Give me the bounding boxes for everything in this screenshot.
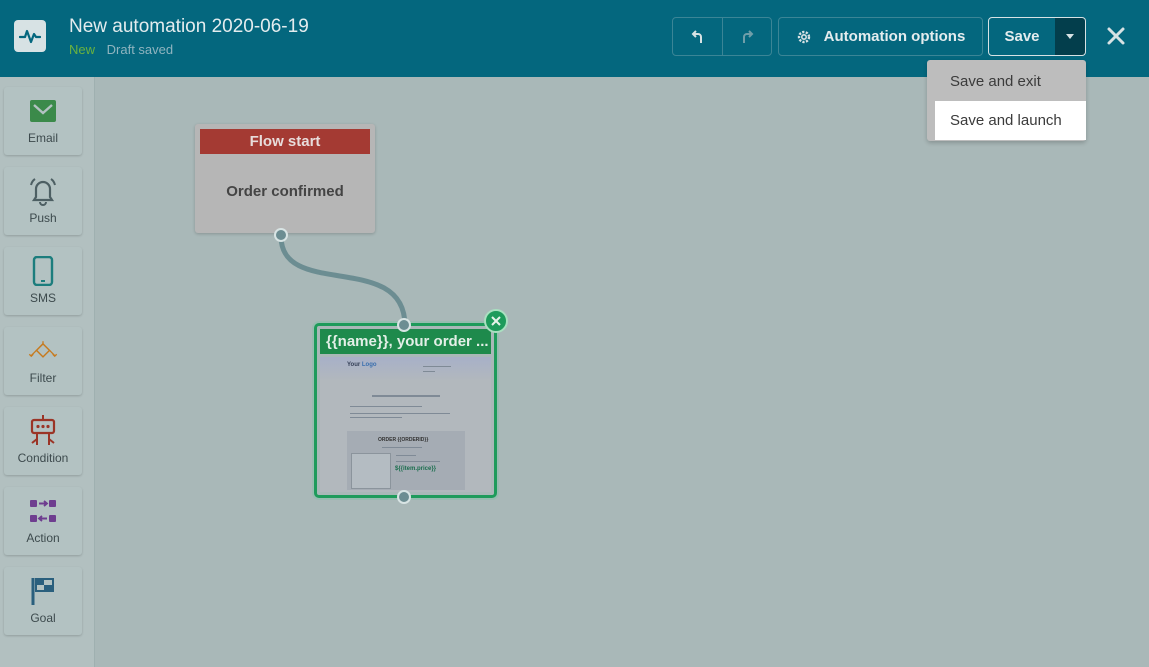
flow-connector-line — [278, 235, 408, 327]
close-icon — [491, 316, 501, 326]
preview-price: ${{item.price}} — [395, 466, 437, 472]
preview-logo: Your Logo — [347, 362, 377, 368]
remove-node-button[interactable] — [484, 309, 508, 333]
email-node-subject: {{name}}, your order ... — [320, 329, 491, 354]
flow-start-output-port[interactable] — [274, 228, 288, 242]
preview-image-placeholder — [351, 453, 391, 489]
flow-start-node[interactable]: Flow start Order confirmed — [195, 124, 375, 233]
flow-start-trigger: Order confirmed — [226, 183, 344, 200]
flow-start-header: Flow start — [200, 129, 370, 154]
email-preview-thumbnail: Your Logo ORDER {{ORDERID}} ${{item.pric… — [320, 357, 491, 492]
email-node[interactable]: {{name}}, your order ... Your Logo ORDER… — [314, 323, 497, 498]
email-node-input-port[interactable] — [397, 318, 411, 332]
preview-order-id: ORDER {{ORDERID}} — [378, 437, 429, 443]
email-node-output-port[interactable] — [397, 490, 411, 504]
